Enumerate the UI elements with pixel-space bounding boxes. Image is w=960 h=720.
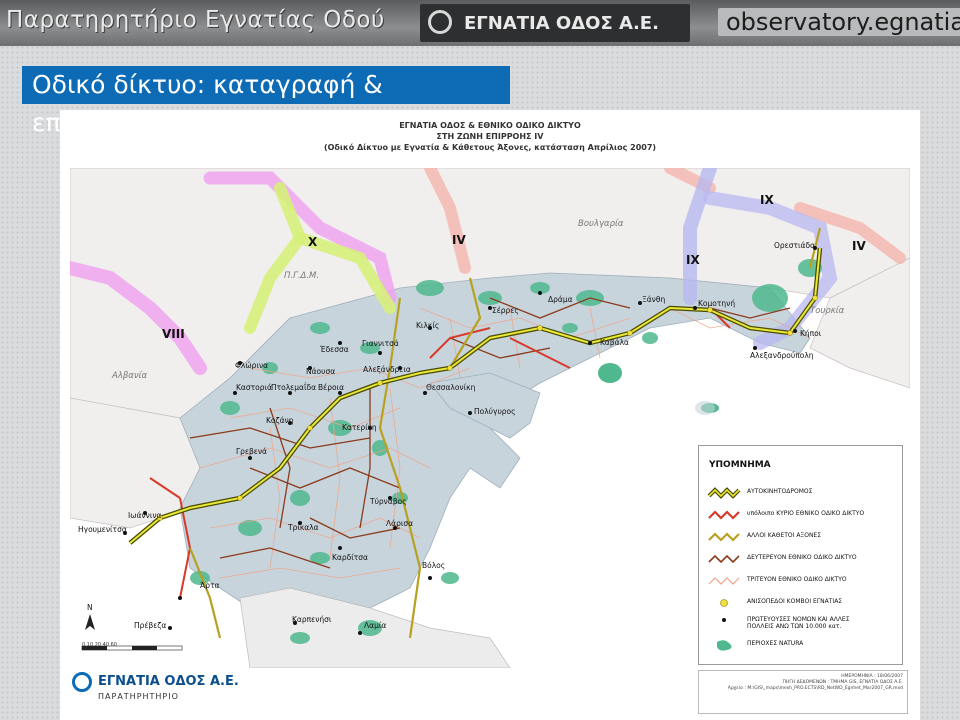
map-heading: ΕΓΝΑΤΙΑ ΟΔΟΣ & ΕΘΝΙΚΟ ΟΔΙΚΟ ΔΙΚΤΥΟ ΣΤΗ Ζ… <box>70 120 910 166</box>
info-file: Αρχείο : M:\GIS\_maps\mesh_PRO.ECTS\RD_N… <box>727 686 903 691</box>
main-road-symbol <box>708 510 740 520</box>
city-label: Ορεστιάδα <box>774 241 815 250</box>
legend-item-motorway: ΑΥΤΟΚΙΝΗΤΟΔΡΟΜΟΣ <box>707 486 902 500</box>
city-label: Αλεξάνδρεια <box>363 365 411 374</box>
city-label: Ηγουμενίτσα <box>78 525 127 534</box>
city-label: Καβάλα <box>600 338 629 347</box>
header-logo-text: ΕΓΝΑΤΙΑ ΟΔΟΣ Α.Ε. <box>464 13 659 34</box>
map-info-box: ΗΜΕΡΟΜΗΝΙΑ : 18/06/2007 ΠΗΓΗ ΔΕΔΟΜΕΝΩΝ :… <box>698 670 908 714</box>
city-label: Φλώρινα <box>235 361 268 370</box>
city-label: Βέροια <box>318 383 344 392</box>
city-label: Πολύγυρος <box>474 407 516 416</box>
city-label: Έδεσσα <box>319 345 349 354</box>
interchange-symbol <box>720 599 728 607</box>
legend-label: ΠΡΩΤΕΥΟΥΣΕΣ ΝΟΜΩΝ ΚΑΙ ΑΛΛΕΣ ΠΟΛΛΕΙΣ ΑΝΩ … <box>747 616 850 630</box>
legend-label: ΑΛΛΟΙ ΚΑΘΕΤΟΙ ΑΞΟΝΕΣ <box>747 532 822 539</box>
city-label: Λαμία <box>364 621 386 630</box>
city-label: Γιαννιτσά <box>362 339 399 348</box>
header-url: observatory.egnatia.gr <box>718 8 960 36</box>
legend-item-main-road: υπόλοιπο ΚΥΡΙΟ ΕΘΝΙΚΟ ΟΔΙΚΟ ΔΙΚΤΥΟ <box>707 508 902 522</box>
city-label: Καρδίτσα <box>332 553 368 562</box>
header-banner: Παρατηρητήριο Εγνατίας Οδού ΕΓΝΑΤΙΑ ΟΔΟΣ… <box>0 0 960 46</box>
map-heading-line1: ΕΓΝΑΤΙΑ ΟΔΟΣ & ΕΘΝΙΚΟ ΟΔΙΚΟ ΔΙΚΤΥΟ <box>399 121 581 130</box>
legend-item-vertical-axes: ΑΛΛΟΙ ΚΑΘΕΤΟΙ ΑΞΟΝΕΣ <box>707 530 902 544</box>
legend-label: ΤΡΙΤΕΥΟΝ ΕΘΝΙΚΟ ΟΔΙΚΟ ΔΙΚΤΥΟ <box>747 576 847 583</box>
legend-title: ΥΠΟΜΝΗΜΑ <box>709 460 771 470</box>
corridor-label-ix-north: IX <box>760 193 774 207</box>
city-label: Κοζάνη <box>266 416 294 425</box>
country-label: Αλβανία <box>111 371 147 381</box>
legend-item-secondary: ΔΕΥΤΕΡΕΥΟΝ ΕΘΝΙΚΟ ΟΔΙΚΟ ΔΙΚΤΥΟ <box>707 552 902 566</box>
scale-ticks: 0 10 20 40 60 <box>82 642 117 648</box>
city-label: Κατερίνη <box>342 423 377 432</box>
bottom-logo-name: ΕΓΝΑΤΙΑ ΟΔΟΣ Α.Ε. <box>98 674 239 689</box>
city-label: Καρπενήσι <box>292 615 332 624</box>
country-label: Π.Γ.Δ.Μ. <box>284 271 319 281</box>
corridor-label-iv-east: IV <box>852 239 866 253</box>
city-label: Γρεβενά <box>236 447 267 456</box>
corridor-label-viii: VIII <box>162 327 185 341</box>
map-legend: ΥΠΟΜΝΗΜΑ ΑΥΤΟΚΙΝΗΤΟΔΡΟΜΟΣ υπόλοιπο ΚΥΡΙΟ… <box>698 445 903 665</box>
city-label: Κιλκίς <box>416 321 439 330</box>
city-label: Λάρισα <box>386 519 413 528</box>
city-symbol <box>722 618 726 622</box>
country-label: Βουλγαρία <box>578 219 624 229</box>
city-label: Νάουσα <box>306 367 335 376</box>
legend-item-cities: ΠΡΩΤΕΥΟΥΣΕΣ ΝΟΜΩΝ ΚΑΙ ΑΛΛΕΣ ΠΟΛΛΕΙΣ ΑΝΩ … <box>707 614 902 634</box>
city-label: Βόλος <box>422 561 445 570</box>
bottom-logo: ΕΓΝΑΤΙΑ ΟΔΟΣ Α.Ε. ΠΑΡΑΤΗΡΗΤΗΡΙΟ <box>62 664 322 714</box>
corridor-label-ix-south: IX <box>686 253 700 267</box>
city-label: Ιωάννινα <box>128 511 162 520</box>
city-label: Δράμα <box>548 295 573 304</box>
city-label: Θεσσαλονίκη <box>426 383 476 392</box>
egnatia-logo-icon <box>428 10 452 34</box>
city-label: Άρτα <box>200 581 219 590</box>
egnatia-logo-icon <box>72 672 92 692</box>
legend-label: ΔΕΥΤΕΡΕΥΟΝ ΕΘΝΙΚΟ ΟΔΙΚΟ ΔΙΚΤΥΟ <box>747 554 857 561</box>
legend-label: υπόλοιπο ΚΥΡΙΟ ΕΘΝΙΚΟ ΟΔΙΚΟ ΔΙΚΤΥΟ <box>747 510 865 517</box>
tertiary-road-symbol <box>708 577 740 585</box>
header-title: Παρατηρητήριο Εγνατίας Οδού <box>6 7 385 33</box>
city-label: Ξάνθη <box>642 295 665 304</box>
city-label: Αλεξανδρούπολη <box>750 351 814 360</box>
city-label: Κομοτηνή <box>698 299 735 308</box>
map-heading-line3: (Οδικό Δίκτυο με Εγνατία & Κάθετους Άξον… <box>323 143 657 152</box>
corridor-label-x: X <box>308 235 318 249</box>
country-label: Τουρκία <box>810 306 845 316</box>
natura-symbol <box>717 640 732 651</box>
legend-label: ΑΥΤΟΚΙΝΗΤΟΔΡΟΜΟΣ <box>747 488 813 495</box>
city-label: Πρέβεζα <box>134 621 166 630</box>
bottom-logo-sub: ΠΑΡΑΤΗΡΗΤΗΡΙΟ <box>98 692 179 701</box>
legend-item-natura: ΠΕΡΙΟΧΕΣ NATURA <box>707 638 902 652</box>
slide-title: Οδικό δίκτυο: καταγραφή & επεξεργασία <box>22 66 510 137</box>
vertical-axes-symbol <box>708 532 740 542</box>
city-label: Τρίκαλα <box>287 523 319 532</box>
city-label: Κήποι <box>800 329 822 338</box>
city-label: Σέρρες <box>492 306 519 315</box>
header-logo: ΕΓΝΑΤΙΑ ΟΔΟΣ Α.Ε. <box>420 4 690 42</box>
secondary-road-symbol <box>708 554 740 564</box>
city-label: Καστοριά <box>236 383 272 392</box>
corridor-label-iv-west: IV <box>452 233 466 247</box>
legend-label: ΑΝΙΣΟΠΕΔΟΙ ΚΟΜΒΟΙ ΕΓΝΑΤΙΑΣ <box>747 598 843 605</box>
motorway-symbol <box>707 487 741 499</box>
map-heading-line2: ΣΤΗ ΖΩΝΗ ΕΠΙΡΡΟΗΣ IV <box>436 132 544 141</box>
north-label: N <box>87 603 93 612</box>
city-label: Τύρναβος <box>369 497 407 506</box>
legend-item-interchanges: ΑΝΙΣΟΠΕΔΟΙ ΚΟΜΒΟΙ ΕΓΝΑΤΙΑΣ <box>707 596 902 610</box>
city-label: Πτολεμαΐδα <box>271 383 316 392</box>
thasos-island <box>598 363 622 383</box>
legend-label: ΠΕΡΙΟΧΕΣ NATURA <box>747 640 804 647</box>
legend-item-tertiary: ΤΡΙΤΕΥΟΝ ΕΘΝΙΚΟ ΟΔΙΚΟ ΔΙΚΤΥΟ <box>707 574 902 588</box>
